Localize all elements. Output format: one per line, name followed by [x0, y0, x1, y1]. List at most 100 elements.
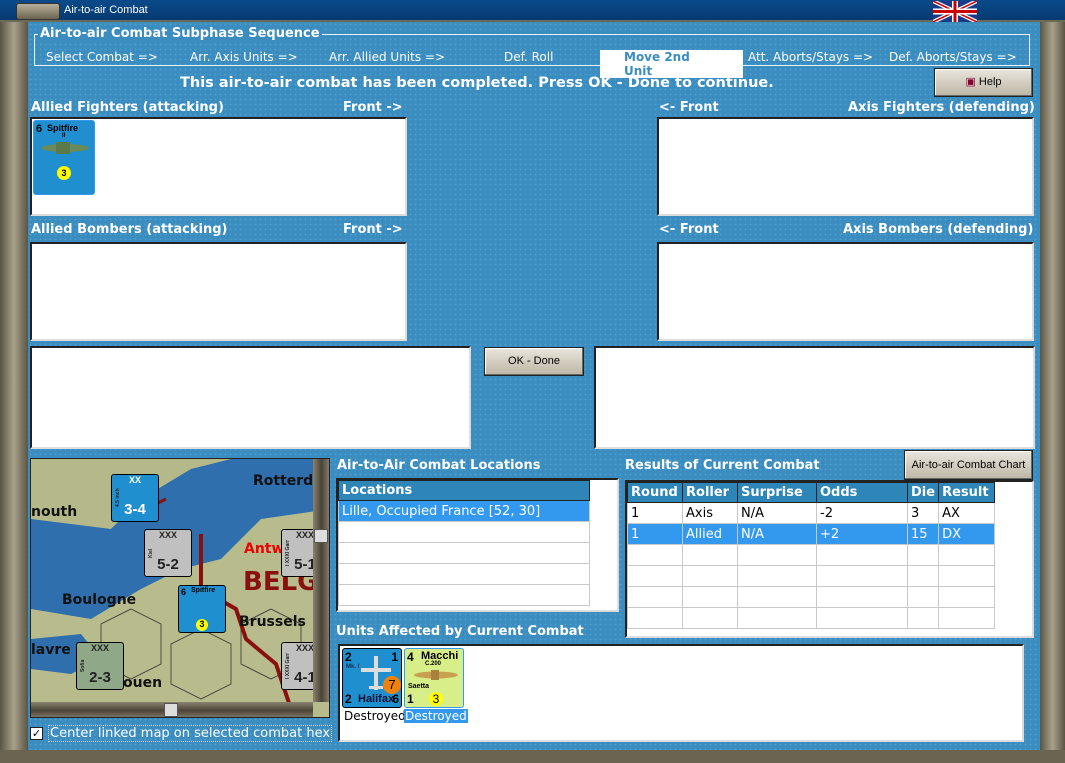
counter-value: 2	[345, 650, 352, 664]
halifax-counter[interactable]: 21 Mk. I 7 2 Halifax 6	[342, 648, 402, 708]
scroll-thumb[interactable]	[314, 529, 328, 543]
counter-value: 2	[345, 692, 352, 706]
axis-fighters-box[interactable]	[657, 117, 1034, 216]
map-label: Antw	[244, 541, 285, 557]
linked-map[interactable]: nouth Rotterda Antw BELG Boulogne Brusse…	[30, 458, 330, 718]
locations-header: Locations	[338, 480, 590, 501]
counter-value: 4	[407, 650, 414, 664]
map-horizontal-scrollbar[interactable]	[31, 702, 313, 717]
results-title: Results of Current Combat	[625, 458, 820, 473]
uk-flag-icon	[933, 1, 977, 22]
front-label: <- Front	[659, 100, 719, 115]
counter-value: 6	[392, 692, 399, 706]
map-label: lavre	[31, 642, 71, 658]
col-result: Result	[938, 482, 995, 503]
center-map-checkbox[interactable]: ✓	[30, 727, 43, 740]
step-move-2nd-unit: Move 2nd Unit	[600, 50, 743, 78]
front-label: Front ->	[343, 222, 403, 237]
counter-size: XXX	[158, 530, 177, 540]
counter-circle-value: 3	[429, 692, 443, 706]
counter-side-label: I XXXI Garr	[285, 653, 291, 679]
counter-value: 1	[391, 650, 398, 664]
window-frame-left	[0, 22, 28, 763]
col-round: Round	[627, 482, 683, 503]
step-arr-allied: Arr. Allied Units =>	[329, 50, 446, 64]
map-counter[interactable]: XX 4.5 inch 3-4	[111, 474, 159, 522]
results-table: Round Roller Surprise Odds Die Result 1 Axis N/…	[625, 480, 1034, 638]
result-row[interactable]: 1 Axis N/A -2 3 AX	[627, 502, 995, 524]
allied-bombers-label: Allied Bombers (attacking)	[31, 222, 228, 237]
counter-value: 1	[407, 692, 414, 706]
title-bar: Air-to-air Combat	[0, 0, 1065, 22]
locations-list[interactable]: Locations Lille, Occupied France [52, 30…	[336, 478, 619, 612]
map-label: Brussels	[239, 614, 306, 630]
help-label: Help	[978, 76, 1002, 88]
map-label: ouen	[123, 675, 163, 691]
step-arr-axis: Arr. Axis Units =>	[190, 50, 298, 64]
spitfire-counter[interactable]: 6 Spitfire II 3	[33, 120, 95, 195]
counter-name: Spitfire	[47, 123, 79, 133]
affected-units-box: 21 Mk. I 7 2 Halifax 6 Destroyed 4 Macchi …	[338, 644, 1024, 742]
axis-fighters-label: Axis Fighters (defending)	[848, 100, 1035, 115]
window-frame-right	[1040, 22, 1065, 763]
map-counter[interactable]: XXX Kiel 5-2	[144, 529, 192, 577]
counter-range: 3	[57, 166, 71, 180]
center-map-label[interactable]: Center linked map on selected combat hex	[48, 725, 333, 742]
window-title: Air-to-air Combat	[64, 4, 148, 16]
axis-reserve-box[interactable]	[594, 346, 1035, 449]
spitfire-plane-icon	[41, 142, 89, 154]
combat-chart-button[interactable]: Air-to-air Combat Chart	[904, 450, 1033, 480]
scroll-thumb[interactable]	[164, 703, 178, 717]
location-row[interactable]: Lille, Occupied France [52, 30]	[338, 500, 590, 522]
allied-bombers-box[interactable]	[30, 242, 407, 341]
macchi-counter[interactable]: 4 Macchi C.200 Saetta 1 3	[404, 648, 464, 708]
col-odds: Odds	[816, 482, 908, 503]
window-frame-bottom	[0, 750, 1065, 763]
map-spitfire-counter[interactable]: 6 Spitfire 3	[178, 585, 226, 633]
counter-sub: Saetta	[408, 683, 430, 690]
counter-side-label: 4.5 inch	[115, 488, 121, 508]
result-row[interactable]: 1 Allied N/A +2 15 DX	[627, 523, 995, 545]
counter-size: XX	[128, 475, 141, 485]
map-counter[interactable]: XXX Sofia 2-3	[76, 642, 124, 690]
locations-title: Air-to-Air Combat Locations	[337, 458, 541, 473]
axis-bombers-label: Axis Bombers (defending)	[843, 222, 1034, 237]
step-att-aborts: Att. Aborts/Stays =>	[748, 50, 874, 64]
step-def-roll: Def. Roll	[504, 50, 554, 64]
front-label: <- Front	[659, 222, 719, 237]
counter-model: C.200	[425, 661, 442, 667]
step-select-combat: Select Combat =>	[46, 50, 158, 64]
counter-name: Spitfire	[191, 587, 216, 594]
col-die: Die	[906, 482, 940, 503]
counter-mark: Mk. I	[346, 664, 360, 670]
counter-side-label: I XXXI Garr	[285, 540, 291, 566]
front-label: Front ->	[343, 100, 403, 115]
window-menu-button[interactable]	[16, 3, 60, 20]
map-label: nouth	[31, 504, 78, 520]
step-def-aborts: Def. Aborts/Stays =>	[889, 50, 1017, 64]
counter-name: Halifax	[358, 693, 395, 705]
fighter-plane-icon	[414, 670, 458, 680]
counter-range: 3	[196, 619, 208, 631]
axis-bombers-box[interactable]	[657, 242, 1034, 341]
affected-title: Units Affected by Current Combat	[336, 624, 584, 639]
unit-status: Destroyed	[344, 709, 406, 723]
help-book-icon: ▣	[965, 76, 976, 88]
unit-status: Destroyed	[404, 709, 468, 723]
map-label: Boulogne	[62, 592, 137, 608]
counter-air-value: 6	[181, 587, 187, 597]
counter-side-label: Sofia	[80, 659, 86, 673]
sequence-title: Air-to-air Combat Subphase Sequence	[38, 26, 322, 41]
allied-fighters-box[interactable]: 6 Spitfire II 3	[30, 117, 407, 216]
allied-reserve-box[interactable]	[30, 346, 471, 449]
counter-side-label: Kiel	[148, 548, 154, 558]
allied-fighters-label: Allied Fighters (attacking)	[31, 100, 224, 115]
help-button[interactable]: ▣ Help	[934, 68, 1033, 97]
col-roller: Roller	[682, 482, 738, 503]
col-surprise: Surprise	[737, 482, 817, 503]
status-message: This air-to-air combat has been complete…	[180, 75, 774, 91]
ok-done-button[interactable]: OK - Done	[484, 347, 584, 376]
map-vertical-scrollbar[interactable]	[313, 459, 329, 702]
counter-air-value: 6	[36, 123, 43, 135]
counter-size: XXX	[90, 643, 109, 653]
